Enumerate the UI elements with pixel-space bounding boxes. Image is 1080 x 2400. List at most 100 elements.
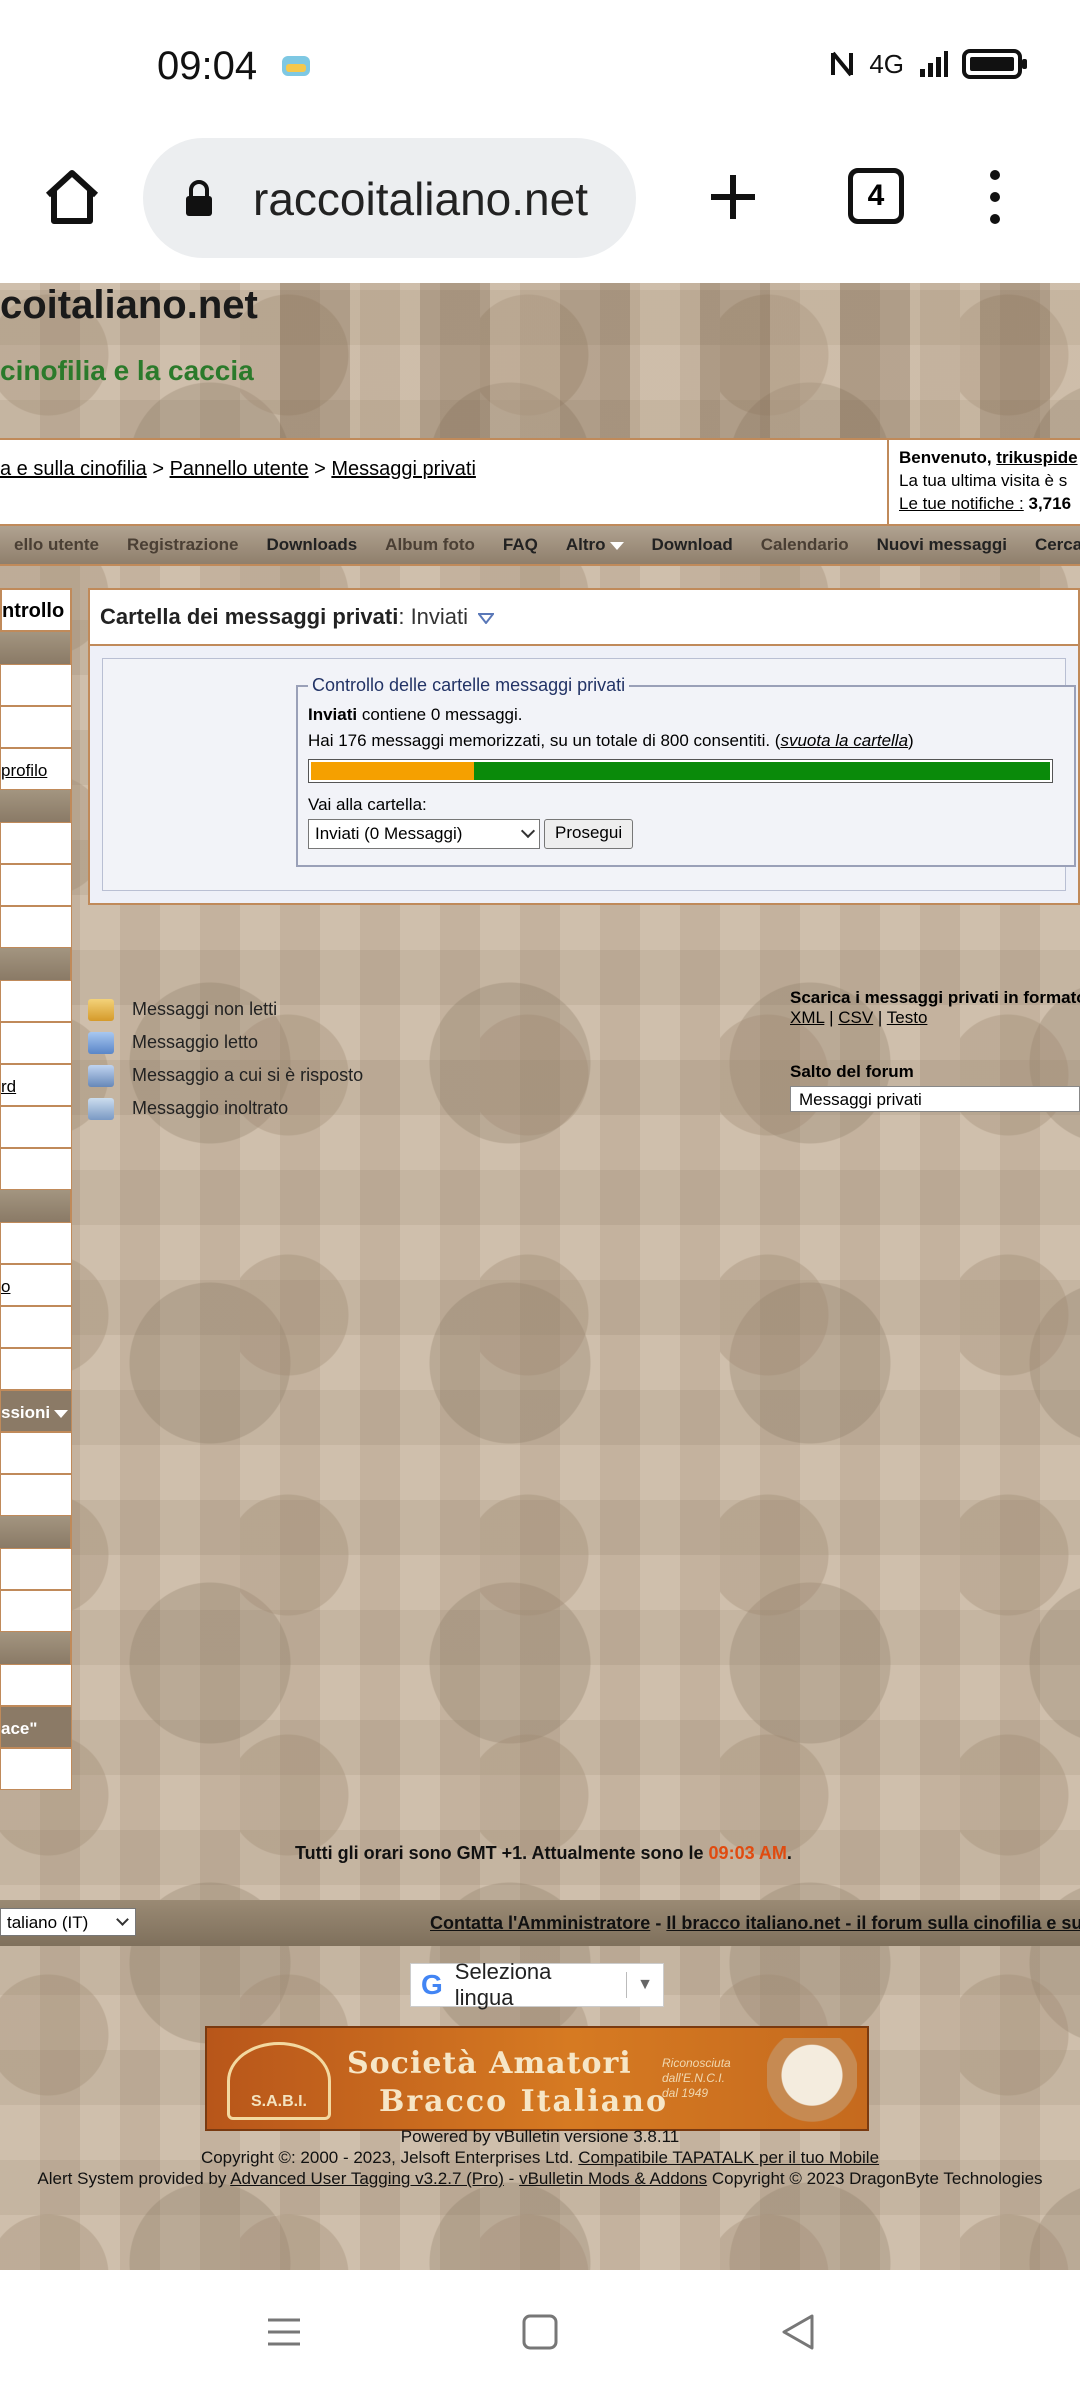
footer-dash: - bbox=[655, 1913, 662, 1933]
sidebar-item[interactable] bbox=[0, 706, 72, 748]
credits-dash: - bbox=[508, 2169, 515, 2188]
export-xml-link[interactable]: XML bbox=[790, 1008, 824, 1027]
sidebar-item[interactable] bbox=[0, 906, 72, 948]
sidebar-item[interactable] bbox=[0, 1548, 72, 1590]
sidebar-item-rd[interactable]: rd bbox=[0, 1064, 72, 1106]
sidebar-item-profile[interactable]: profilo bbox=[0, 748, 72, 790]
home-nav-icon[interactable] bbox=[518, 2310, 562, 2354]
goto-folder-row: Inviati (0 Messaggi) Prosegui bbox=[308, 819, 1064, 849]
contact-admin-link[interactable]: Contatta l'Amministratore bbox=[430, 1913, 650, 1933]
panel-title-folder: : Inviati bbox=[398, 604, 469, 629]
sidebar-place-section[interactable]: ace" bbox=[0, 1706, 72, 1748]
android-navigation-bar bbox=[0, 2270, 1080, 2400]
credits-dragonbyte: Copyright © 2023 DragonByte Technologies bbox=[711, 2169, 1043, 2188]
lock-icon bbox=[186, 180, 212, 216]
breadcrumb-user-panel-link[interactable]: Pannello utente bbox=[170, 458, 309, 480]
folder-count-text: contiene 0 messaggi. bbox=[361, 705, 523, 724]
sidebar-item-o[interactable]: o bbox=[0, 1264, 72, 1306]
sabi-logo: S.A.B.I. bbox=[227, 2042, 331, 2120]
export-csv-link[interactable]: CSV bbox=[838, 1008, 873, 1027]
sidebar-item[interactable] bbox=[0, 864, 72, 906]
breadcrumb-bar: a e sulla cinofilia > Pannello utente > … bbox=[0, 438, 1080, 526]
sidebar-section[interactable] bbox=[0, 1190, 72, 1222]
sidebar-item[interactable] bbox=[0, 1590, 72, 1632]
nav-downloads[interactable]: Downloads bbox=[253, 535, 372, 555]
read-message-icon bbox=[88, 1031, 114, 1054]
home-icon[interactable] bbox=[40, 165, 104, 229]
folder-select-value: Inviati (0 Messaggi) bbox=[315, 824, 463, 843]
banner-title-line1: Società Amatori bbox=[347, 2046, 632, 2081]
sidebar-item[interactable] bbox=[0, 1106, 72, 1148]
breadcrumb-forum-link[interactable]: a e sulla cinofilia bbox=[0, 458, 147, 480]
empty-folder-link[interactable]: svuota la cartella bbox=[780, 731, 908, 750]
tapatalk-link[interactable]: Compatibile TAPATALK per il tuo Mobile bbox=[578, 2148, 879, 2167]
tab-switcher-button[interactable]: 4 bbox=[848, 168, 904, 224]
sidebar-item[interactable] bbox=[0, 1748, 72, 1790]
timezone-end: . bbox=[786, 1843, 792, 1863]
vbulletin-mods-link[interactable]: vBulletin Mods & Addons bbox=[519, 2169, 707, 2188]
goto-folder-label: Vai alla cartella: bbox=[308, 795, 427, 814]
go-button[interactable]: Prosegui bbox=[544, 819, 634, 849]
nav-photo-album[interactable]: Album foto bbox=[371, 535, 489, 555]
nav-faq[interactable]: FAQ bbox=[489, 535, 552, 555]
notifications-link[interactable]: Le tue notifiche : bbox=[899, 494, 1024, 513]
forum-jump-select[interactable]: Messaggi privati bbox=[790, 1086, 1080, 1112]
sidebar-section[interactable] bbox=[0, 790, 72, 822]
language-select[interactable]: taliano (IT) bbox=[0, 1908, 136, 1936]
sidebar-item[interactable] bbox=[0, 1222, 72, 1264]
sidebar-item[interactable] bbox=[0, 1348, 72, 1390]
site-title[interactable]: coitaliano.net bbox=[0, 283, 258, 328]
welcome-box: Benvenuto, trikuspide La tua ultima visi… bbox=[887, 440, 1080, 524]
folder-select[interactable]: Inviati (0 Messaggi) bbox=[308, 819, 540, 849]
last-visit-text: La tua ultima visita è s bbox=[899, 471, 1068, 490]
nav-user-panel[interactable]: ello utente bbox=[0, 535, 113, 555]
sidebar-item[interactable] bbox=[0, 1664, 72, 1706]
sidebar-section[interactable] bbox=[0, 1516, 72, 1548]
nav-registration[interactable]: Registrazione bbox=[113, 535, 252, 555]
credits-copyright: Copyright ©: 2000 - 2023, Jelsoft Enterp… bbox=[200, 2148, 574, 2167]
folder-count-line: Inviati contiene 0 messaggi. bbox=[308, 705, 1064, 725]
timezone-note: Tutti gli orari sono GMT +1. Attualmente… bbox=[295, 1843, 792, 1864]
legend-read-label: Messaggio letto bbox=[132, 1032, 259, 1052]
nav-new-messages[interactable]: Nuovi messaggi bbox=[863, 535, 1021, 555]
breadcrumb-private-messages-link[interactable]: Messaggi privati bbox=[331, 458, 476, 480]
legend-unread: Messaggi non letti bbox=[88, 993, 363, 1026]
chevron-down-icon bbox=[520, 823, 536, 839]
google-translate-widget[interactable]: G Seleziona lingua ▼ bbox=[410, 1959, 664, 2010]
sidebar-item[interactable] bbox=[0, 1432, 72, 1474]
sidebar-rd-link[interactable]: rd bbox=[1, 1077, 16, 1096]
sidebar-section[interactable] bbox=[0, 948, 72, 980]
sabi-banner[interactable]: S.A.B.I. Società Amatori Bracco Italiano… bbox=[205, 2026, 869, 2131]
translate-arrow-icon: ▼ bbox=[637, 1976, 653, 1993]
address-bar[interactable]: raccoitaliano.net bbox=[143, 138, 636, 258]
panel-title: Cartella dei messaggi privati: Inviati bbox=[88, 588, 1080, 646]
nav-download[interactable]: Download bbox=[638, 535, 747, 555]
sidebar-sessions-section[interactable]: ssioni bbox=[0, 1390, 72, 1432]
sidebar-section[interactable] bbox=[0, 1632, 72, 1664]
sidebar-item[interactable] bbox=[0, 1148, 72, 1190]
sidebar-section[interactable] bbox=[0, 632, 72, 664]
forum-home-link[interactable]: Il bracco italiano.net - il forum sulla … bbox=[666, 1913, 1080, 1933]
current-time: 09:03 AM bbox=[708, 1843, 787, 1863]
export-text-link[interactable]: Testo bbox=[887, 1008, 928, 1027]
google-icon: G bbox=[421, 1969, 443, 2000]
recent-apps-icon[interactable] bbox=[262, 2310, 306, 2354]
sidebar-item[interactable] bbox=[0, 1306, 72, 1348]
nav-altro[interactable]: Altro bbox=[552, 535, 638, 555]
user-tagging-link[interactable]: Advanced User Tagging v3.2.7 (Pro) bbox=[230, 2169, 504, 2188]
sidebar-profile-link[interactable]: profilo bbox=[1, 761, 47, 780]
nav-calendar[interactable]: Calendario bbox=[747, 535, 863, 555]
nav-search[interactable]: Cerca bbox=[1021, 535, 1080, 555]
username-link[interactable]: trikuspide bbox=[996, 448, 1077, 467]
sidebar-item[interactable] bbox=[0, 1474, 72, 1516]
folder-menu-icon[interactable] bbox=[477, 612, 496, 625]
sidebar-item[interactable] bbox=[0, 1022, 72, 1064]
sidebar-item[interactable] bbox=[0, 664, 72, 706]
back-icon[interactable] bbox=[776, 2310, 820, 2354]
new-tab-icon[interactable] bbox=[703, 167, 763, 227]
sidebar-item[interactable] bbox=[0, 822, 72, 864]
sidebar-item[interactable] bbox=[0, 980, 72, 1022]
breadcrumb-separator: > bbox=[314, 458, 326, 480]
sidebar-o-link[interactable]: o bbox=[1, 1277, 10, 1296]
more-menu-icon[interactable] bbox=[980, 165, 1010, 229]
